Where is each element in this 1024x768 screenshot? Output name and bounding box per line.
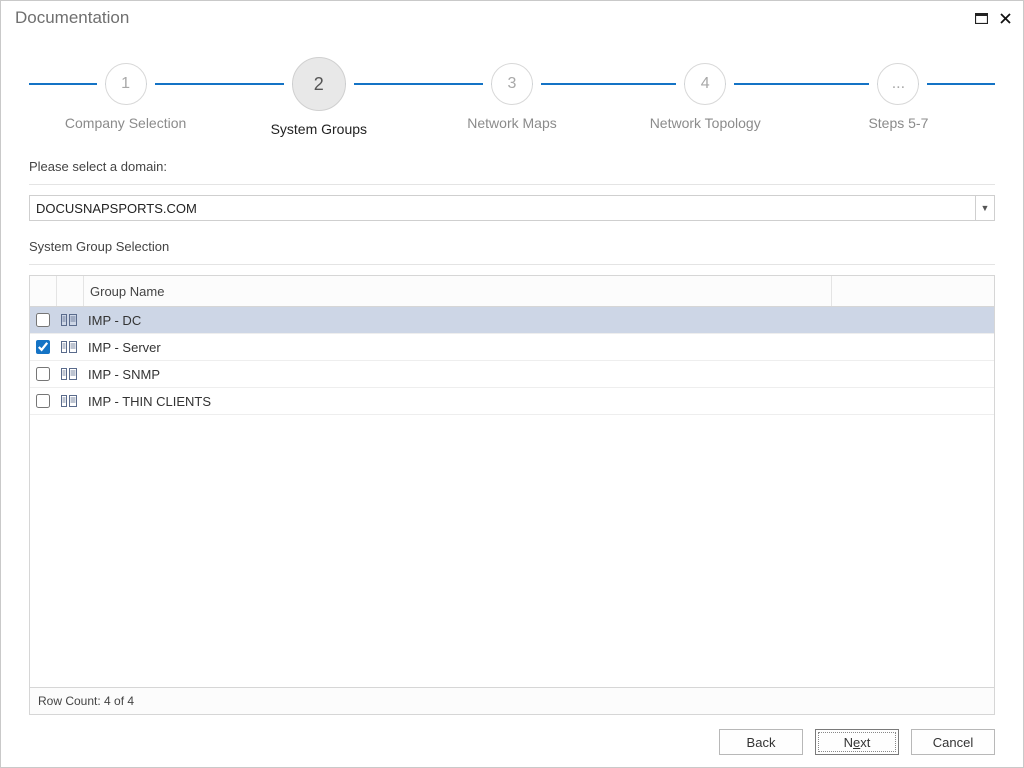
next-button[interactable]: Next (815, 729, 899, 755)
step-label: Steps 5-7 (868, 115, 928, 131)
wizard-step[interactable]: 3 Network Maps (415, 63, 608, 137)
row-checkbox[interactable] (36, 340, 50, 354)
row-count-label: Row Count: 4 of 4 (38, 694, 134, 708)
documentation-wizard-window: Documentation 1Company Selection2System … (0, 0, 1024, 768)
header-group-name[interactable]: Group Name (84, 276, 831, 306)
row-group-name: IMP - Server (82, 334, 832, 360)
row-checkbox[interactable] (36, 313, 50, 327)
table-row[interactable]: IMP - SNMP (30, 361, 994, 388)
system-group-icon (61, 341, 77, 353)
row-group-name: IMP - THIN CLIENTS (82, 388, 832, 414)
row-group-name: IMP - SNMP (82, 361, 832, 387)
step-label: Company Selection (65, 115, 186, 131)
row-checkbox[interactable] (36, 367, 50, 381)
table-row[interactable]: IMP - Server (30, 334, 994, 361)
step-circle: 3 (491, 63, 533, 105)
step-label: Network Maps (467, 115, 556, 131)
row-extra-cell (832, 388, 994, 414)
wizard-step[interactable]: 2System Groups (222, 63, 415, 137)
domain-combobox[interactable]: DOCUSNAPSPORTS.COM ▼ (29, 195, 995, 221)
group-table: Group Name IMP - DCIMP - ServerIMP - SNM… (29, 275, 995, 715)
step-circle: 4 (684, 63, 726, 105)
table-row[interactable]: IMP - THIN CLIENTS (30, 388, 994, 415)
wizard-step[interactable]: 4 Network Topology (609, 63, 802, 137)
table-row[interactable]: IMP - DC (30, 307, 994, 334)
cancel-button[interactable]: Cancel (911, 729, 995, 755)
wizard-step[interactable]: ... Steps 5-7 (802, 63, 995, 137)
header-checkbox-column (30, 276, 57, 306)
group-table-header: Group Name (30, 276, 994, 307)
domain-combobox-value: DOCUSNAPSPORTS.COM (36, 201, 975, 216)
window-title: Documentation (15, 8, 129, 28)
wizard-stepper: 1 Company Selection 2System Groups 3 Network… (29, 63, 995, 153)
row-group-name: IMP - DC (82, 307, 832, 333)
titlebar: Documentation (1, 1, 1023, 35)
step-circle: 2 (292, 57, 346, 111)
maximize-icon[interactable] (971, 8, 991, 28)
header-extra-column (831, 276, 994, 306)
close-icon[interactable] (995, 8, 1015, 28)
header-icon-column (57, 276, 84, 306)
system-group-icon (61, 395, 77, 407)
row-extra-cell (832, 361, 994, 387)
group-selection-label: System Group Selection (29, 239, 995, 254)
row-extra-cell (832, 307, 994, 333)
system-group-icon (61, 368, 77, 380)
divider (29, 264, 995, 265)
step-circle: ... (877, 63, 919, 105)
back-button[interactable]: Back (719, 729, 803, 755)
step-circle: 1 (105, 63, 147, 105)
system-group-icon (61, 314, 77, 326)
wizard-step[interactable]: 1 Company Selection (29, 63, 222, 137)
group-table-footer: Row Count: 4 of 4 (30, 687, 994, 714)
row-extra-cell (832, 334, 994, 360)
chevron-down-icon[interactable]: ▼ (975, 196, 994, 220)
step-label: System Groups (271, 121, 367, 137)
divider (29, 184, 995, 185)
wizard-button-row: Back Next Cancel (29, 715, 995, 755)
row-checkbox[interactable] (36, 394, 50, 408)
step-label: Network Topology (650, 115, 761, 131)
group-table-body[interactable]: IMP - DCIMP - ServerIMP - SNMPIMP - THIN… (30, 307, 994, 687)
domain-label: Please select a domain: (29, 159, 995, 174)
